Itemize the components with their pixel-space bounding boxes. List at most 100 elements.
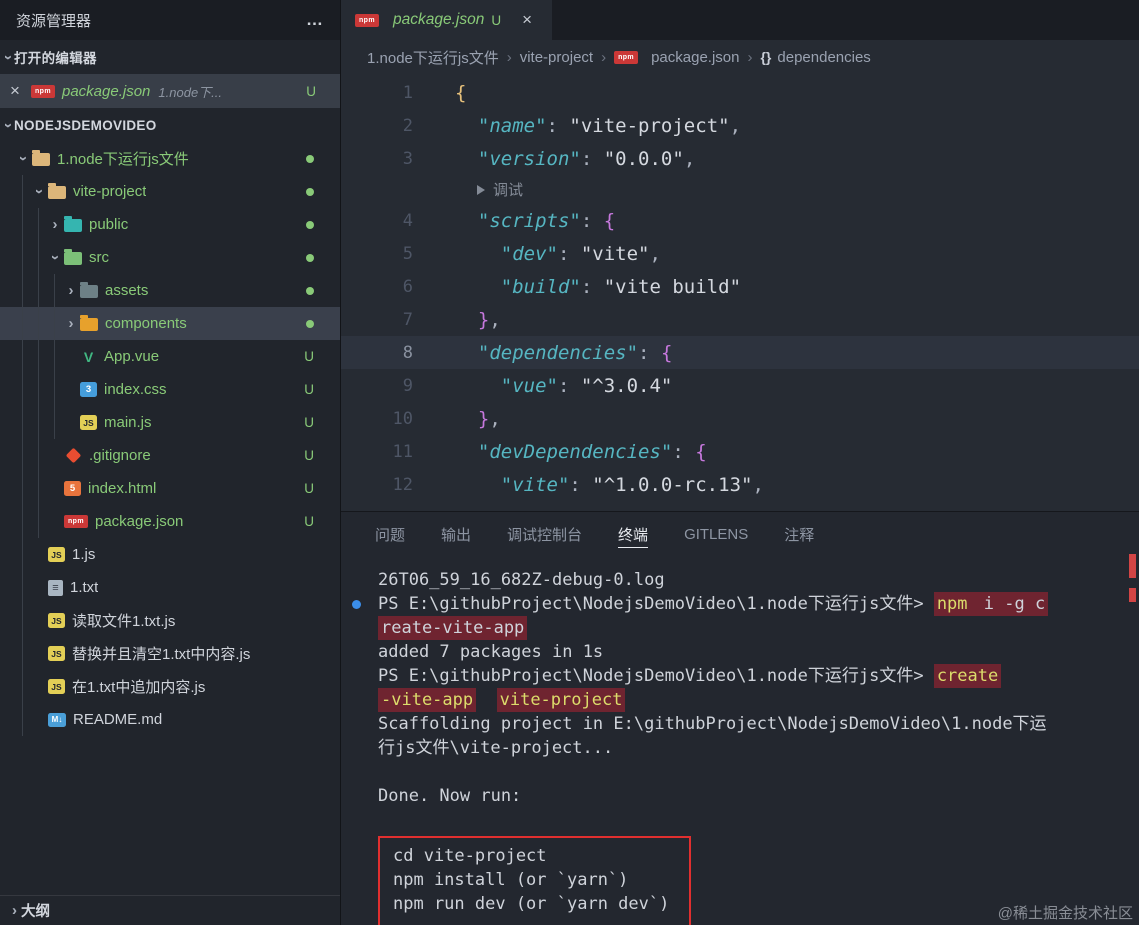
open-editors-header[interactable]: 打开的编辑器: [0, 40, 340, 74]
git-status-badge: U: [304, 382, 314, 397]
tree-item-label: 替换并且清空1.txt中内容.js: [72, 646, 251, 663]
close-icon[interactable]: [10, 81, 26, 101]
indent-guide: [14, 175, 30, 208]
tree-item-label: 读取文件1.txt.js: [72, 613, 176, 630]
tree-item[interactable]: assets: [0, 274, 340, 307]
tree-item-label: index.html: [88, 480, 157, 497]
breadcrumb-item[interactable]: 1.node下运行js文件: [367, 47, 499, 68]
terminal-line: 行js文件\vite-project...: [378, 738, 614, 758]
code-area[interactable]: 1{2 "name": "vite-project", 3 "version": …: [341, 74, 1139, 511]
scrollbar-annotation: [1129, 554, 1136, 578]
tree-item[interactable]: ≡ 1.txt: [0, 571, 340, 604]
outline-label: 大纲: [21, 904, 50, 920]
line-number: 8: [402, 342, 413, 363]
panel-tab[interactable]: 注释: [784, 512, 814, 556]
terminal-line: 26T06_59_16_682Z-debug-0.log: [378, 570, 665, 590]
indent-guide: [30, 505, 46, 538]
tree-item[interactable]: M↓ README.md: [0, 703, 340, 736]
terminal[interactable]: 26T06_59_16_682Z-debug-0.log PS E:\github…: [341, 560, 1123, 925]
indent-guide: [14, 274, 30, 307]
code-text: },: [477, 308, 501, 331]
tree-item[interactable]: public: [0, 208, 340, 241]
code-line[interactable]: 1{: [341, 76, 1139, 109]
indent-guide: [14, 703, 30, 736]
workspace-label: NODEJSDEMOVIDEO: [14, 117, 157, 133]
tree-item[interactable]: npm package.json U: [0, 505, 340, 538]
git-status-badge: U: [304, 349, 314, 364]
git-status-badge: U: [304, 415, 314, 430]
chevron-right-icon: [507, 49, 512, 66]
line-number: 11: [392, 441, 413, 462]
more-actions-icon[interactable]: [306, 10, 324, 30]
tree-item[interactable]: JS 1.js: [0, 538, 340, 571]
scrollbar-annotation: [1129, 588, 1136, 602]
code-line[interactable]: 3 "version": "0.0.0",: [341, 142, 1139, 175]
tree-item[interactable]: vite-project: [0, 175, 340, 208]
breadcrumb-item[interactable]: {} dependencies: [760, 49, 870, 66]
js-icon: JS: [48, 613, 65, 628]
code-line[interactable]: 7 },: [341, 303, 1139, 336]
md-icon: M↓: [48, 712, 66, 727]
tree-item-label: .gitignore: [89, 447, 151, 464]
code-line[interactable]: 10 },: [341, 402, 1139, 435]
tree-item[interactable]: 1.node下运行js文件: [0, 142, 340, 175]
line-number: 12: [392, 474, 413, 495]
breadcrumb-item[interactable]: npm package.json: [614, 49, 739, 66]
tree-item[interactable]: JS 读取文件1.txt.js: [0, 604, 340, 637]
tree-item[interactable]: JS main.js U: [0, 406, 340, 439]
breadcrumb-label: dependencies: [777, 48, 871, 66]
tree-item[interactable]: 3 index.css U: [0, 373, 340, 406]
git-modified-dot: [306, 187, 314, 196]
code-line[interactable]: 11 "devDependencies": {: [341, 435, 1139, 468]
js-icon: JS: [48, 646, 65, 661]
git-status-badge: U: [304, 514, 314, 529]
panel-tabs: 问题 输出 调试控制台 终端 GITLENS 注释: [341, 512, 1139, 556]
close-icon[interactable]: [522, 10, 538, 30]
txt-icon: ≡: [48, 579, 63, 596]
tree-item[interactable]: components: [0, 307, 340, 340]
code-line[interactable]: 4 "scripts": {: [341, 204, 1139, 237]
code-line[interactable]: 2 "name": "vite-project",: [341, 109, 1139, 142]
code-line[interactable]: 8 "dependencies": {: [341, 336, 1139, 369]
tree-item[interactable]: JS 替换并且清空1.txt中内容.js: [0, 637, 340, 670]
panel-tab[interactable]: 终端: [618, 512, 649, 556]
codelens-debug[interactable]: 调试: [341, 175, 1139, 204]
tree-item[interactable]: 5 index.html U: [0, 472, 340, 505]
workspace-header[interactable]: NODEJSDEMOVIDEO: [0, 108, 340, 142]
chevron-right-icon: [601, 49, 606, 66]
breadcrumb-item[interactable]: vite-project: [520, 49, 593, 66]
tree-item[interactable]: JS 在1.txt中追加内容.js: [0, 670, 340, 703]
terminal-line: Scaffolding project in E:\githubProject\…: [378, 714, 1047, 734]
indent-guide: [14, 307, 30, 340]
chevron-right-icon: [62, 282, 80, 299]
tree-item-label: 在1.txt中追加内容.js: [72, 679, 206, 696]
panel-tab[interactable]: 输出: [441, 512, 471, 556]
git-modified-dot: [306, 220, 314, 229]
tree-item[interactable]: .gitignore U: [0, 439, 340, 472]
npm-icon: npm: [64, 515, 88, 528]
panel-tab[interactable]: 问题: [375, 512, 405, 556]
tree-item[interactable]: src: [0, 241, 340, 274]
tree-item-label: App.vue: [104, 348, 160, 365]
tree-item[interactable]: V App.vue U: [0, 340, 340, 373]
code-line[interactable]: 6 "build": "vite build": [341, 270, 1139, 303]
indent-guide: [46, 274, 62, 307]
panel-tab[interactable]: GITLENS: [684, 512, 748, 556]
panel-tab[interactable]: 调试控制台: [507, 512, 582, 556]
vue-icon: V: [83, 348, 94, 365]
tab-package-json[interactable]: npm package.json U: [341, 0, 553, 40]
code-line[interactable]: 9 "vue": "^3.0.4": [341, 369, 1139, 402]
open-editor-item[interactable]: npm package.json 1.node下... U: [0, 74, 340, 108]
tree-item-label: 1.txt: [70, 579, 99, 596]
indent-guide: [14, 208, 30, 241]
code-text: "dependencies": {: [477, 341, 673, 364]
git-modified-dot: [306, 319, 314, 328]
code-line[interactable]: 5 "dev": "vite",: [341, 237, 1139, 270]
code-line[interactable]: 12 "vite": "^1.0.0-rc.13",: [341, 468, 1139, 501]
code-text: "build": "vite build": [500, 275, 742, 298]
outline-section[interactable]: 大纲: [0, 895, 340, 925]
line-number: 3: [402, 148, 413, 169]
chevron-down-icon: [30, 183, 48, 200]
terminal-line: npm run dev (or `yarn dev`): [393, 894, 670, 914]
